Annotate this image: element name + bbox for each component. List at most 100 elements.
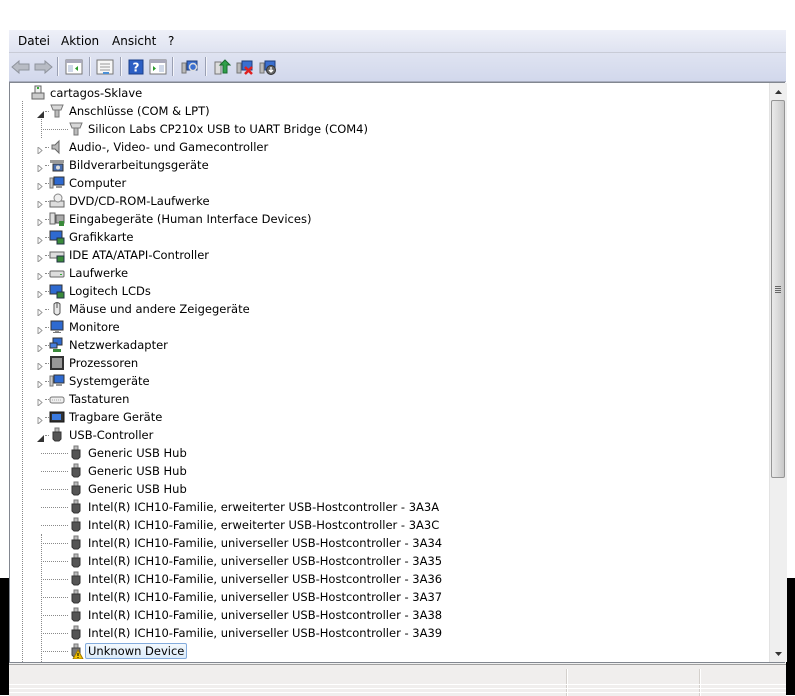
device-tree[interactable]: cartagos-Sklave Anschlüsse (COM & LPT) Sil… [9,82,787,663]
tree-category[interactable]: Prozessoren [10,354,769,372]
tree-device[interactable]: Generic USB Hub [10,480,769,498]
tree-category[interactable]: Computer [10,174,769,192]
expand-toggle-icon[interactable] [37,287,44,300]
scroll-thumb[interactable] [771,100,785,478]
tree-category[interactable]: Audio-, Video- und Gamecontroller [10,138,769,156]
expand-toggle-icon[interactable] [37,269,44,282]
expand-toggle-icon[interactable] [37,305,44,318]
collapse-toggle-icon[interactable] [37,107,44,118]
tree-category[interactable]: DVD/CD-ROM-Laufwerke [10,192,769,210]
properties-button[interactable] [94,56,116,78]
tree-category[interactable]: Bildverarbeitungsgeräte [10,156,769,174]
tree-item-label[interactable]: Eingabegeräte (Human Interface Devices) [66,211,314,227]
tree-item-label[interactable]: Intel(R) ICH10-Familie, universeller USB… [85,607,445,623]
tree-category[interactable]: Eingabegeräte (Human Interface Devices) [10,210,769,228]
tree-item-label[interactable]: USB-Controller [66,427,156,443]
tree-category[interactable]: Mäuse und andere Zeigegeräte [10,300,769,318]
expand-toggle-icon[interactable] [37,377,44,390]
scroll-up-button[interactable] [770,83,787,100]
tree-category[interactable]: Systemgeräte [10,372,769,390]
tree-device[interactable]: Intel(R) ICH10-Familie, universeller USB… [10,552,769,570]
expand-toggle-icon[interactable] [37,179,44,192]
tree-category[interactable]: Grafikkarte [10,228,769,246]
expand-toggle-icon[interactable] [37,143,44,156]
menu-aktion[interactable]: Aktion [61,34,99,48]
tree-category[interactable]: Anschlüsse (COM & LPT) [10,102,769,120]
selected-device-label[interactable]: Unknown Device [85,643,188,659]
tree-item-label[interactable]: cartagos-Sklave [47,85,145,101]
vertical-scrollbar[interactable] [769,83,787,662]
tree-device[interactable]: Intel(R) ICH10-Familie, universeller USB… [10,570,769,588]
scroll-down-button[interactable] [770,645,787,662]
tree-device[interactable]: Generic USB Hub [10,444,769,462]
tree-category[interactable]: Laufwerke [10,264,769,282]
tree-category[interactable]: Tastaturen [10,390,769,408]
uninstall-button[interactable] [234,56,256,78]
tree-item-label[interactable]: Monitore [66,319,123,335]
expand-toggle-icon[interactable] [37,161,44,174]
tree-item-label[interactable]: Tastaturen [66,391,132,407]
menu-ansicht[interactable]: Ansicht [112,34,156,48]
tree-item-label[interactable]: IDE ATA/ATAPI-Controller [66,247,212,263]
tree-item-label[interactable]: Generic USB Hub [85,463,190,479]
tree-device[interactable]: Intel(R) ICH10-Familie, universeller USB… [10,588,769,606]
tree-device[interactable]: Intel(R) ICH10-Familie, universeller USB… [10,606,769,624]
tree-item-label[interactable]: Audio-, Video- und Gamecontroller [66,139,271,155]
tree-device[interactable]: Generic USB Hub [10,462,769,480]
tree-item-label[interactable]: Intel(R) ICH10-Familie, universeller USB… [85,625,445,641]
expand-toggle-icon[interactable] [37,323,44,336]
tree-item-label[interactable]: Bildverarbeitungsgeräte [66,157,212,173]
tree-item-label[interactable]: Silicon Labs CP210x USB to UART Bridge (… [85,121,371,137]
tree-device[interactable]: Intel(R) ICH10-Familie, erweiterter USB-… [10,516,769,534]
disable-button[interactable] [257,56,279,78]
tree-category[interactable]: Tragbare Geräte [10,408,769,426]
show-hide-action-pane-button[interactable] [147,56,169,78]
tree-category[interactable]: Monitore [10,318,769,336]
tree-item-label[interactable]: Systemgeräte [66,373,153,389]
tree-item-label[interactable]: Prozessoren [66,355,141,371]
collapse-toggle-icon[interactable] [37,431,44,442]
menu-help[interactable]: ? [168,34,174,48]
tree-device[interactable]: Intel(R) ICH10-Familie, universeller USB… [10,624,769,642]
tree-item-label[interactable]: Computer [66,175,129,191]
tree-item-label[interactable]: Generic USB Hub [85,445,190,461]
tree-item-label[interactable]: Netzwerkadapter [66,337,171,353]
expand-toggle-icon[interactable] [37,233,44,246]
tree-item-label[interactable]: Grafikkarte [66,229,136,245]
tree-category[interactable]: IDE ATA/ATAPI-Controller [10,246,769,264]
tree-item-label[interactable]: DVD/CD-ROM-Laufwerke [66,193,213,209]
expand-toggle-icon[interactable] [37,197,44,210]
tree-device[interactable]: Intel(R) ICH10-Familie, erweiterter USB-… [10,498,769,516]
expand-toggle-icon[interactable] [37,251,44,264]
menu-datei[interactable]: Datei [18,34,50,48]
tree-item-label[interactable]: Intel(R) ICH10-Familie, erweiterter USB-… [85,499,442,515]
tree-device[interactable]: Unknown Device [10,642,769,660]
tree-category[interactable]: Logitech LCDs [10,282,769,300]
expand-toggle-icon[interactable] [37,359,44,372]
tree-item-label[interactable]: Intel(R) ICH10-Familie, universeller USB… [85,589,445,605]
expand-toggle-icon[interactable] [37,341,44,354]
show-hide-console-tree-button[interactable] [63,56,85,78]
tree-device[interactable]: Intel(R) ICH10-Familie, universeller USB… [10,534,769,552]
tree-item-label[interactable]: Logitech LCDs [66,283,154,299]
tree-category[interactable]: Netzwerkadapter [10,336,769,354]
forward-button[interactable] [32,56,54,78]
scan-hardware-button[interactable] [179,56,201,78]
tree-device[interactable]: Silicon Labs CP210x USB to UART Bridge (… [10,120,769,138]
tree-root[interactable]: cartagos-Sklave [10,84,769,102]
expand-toggle-icon[interactable] [37,395,44,408]
tree-item-label[interactable]: Intel(R) ICH10-Familie, universeller USB… [85,571,445,587]
tree-item-label[interactable]: Intel(R) ICH10-Familie, erweiterter USB-… [85,517,442,533]
expand-toggle-icon[interactable] [37,413,44,426]
tree-item-label[interactable]: Generic USB Hub [85,481,190,497]
back-button[interactable] [10,56,32,78]
tree-item-label[interactable]: Intel(R) ICH10-Familie, universeller USB… [85,535,445,551]
help-button[interactable]: ? [125,56,147,78]
tree-item-label[interactable]: Intel(R) ICH10-Familie, universeller USB… [85,553,445,569]
tree-item-label[interactable]: Anschlüsse (COM & LPT) [66,103,213,119]
tree-item-label[interactable]: Mäuse und andere Zeigegeräte [66,301,253,317]
expand-toggle-icon[interactable] [37,215,44,228]
tree-item-label[interactable]: Tragbare Geräte [66,409,165,425]
tree-item-label[interactable]: Laufwerke [66,265,131,281]
tree-category[interactable]: USB-Controller [10,426,769,444]
